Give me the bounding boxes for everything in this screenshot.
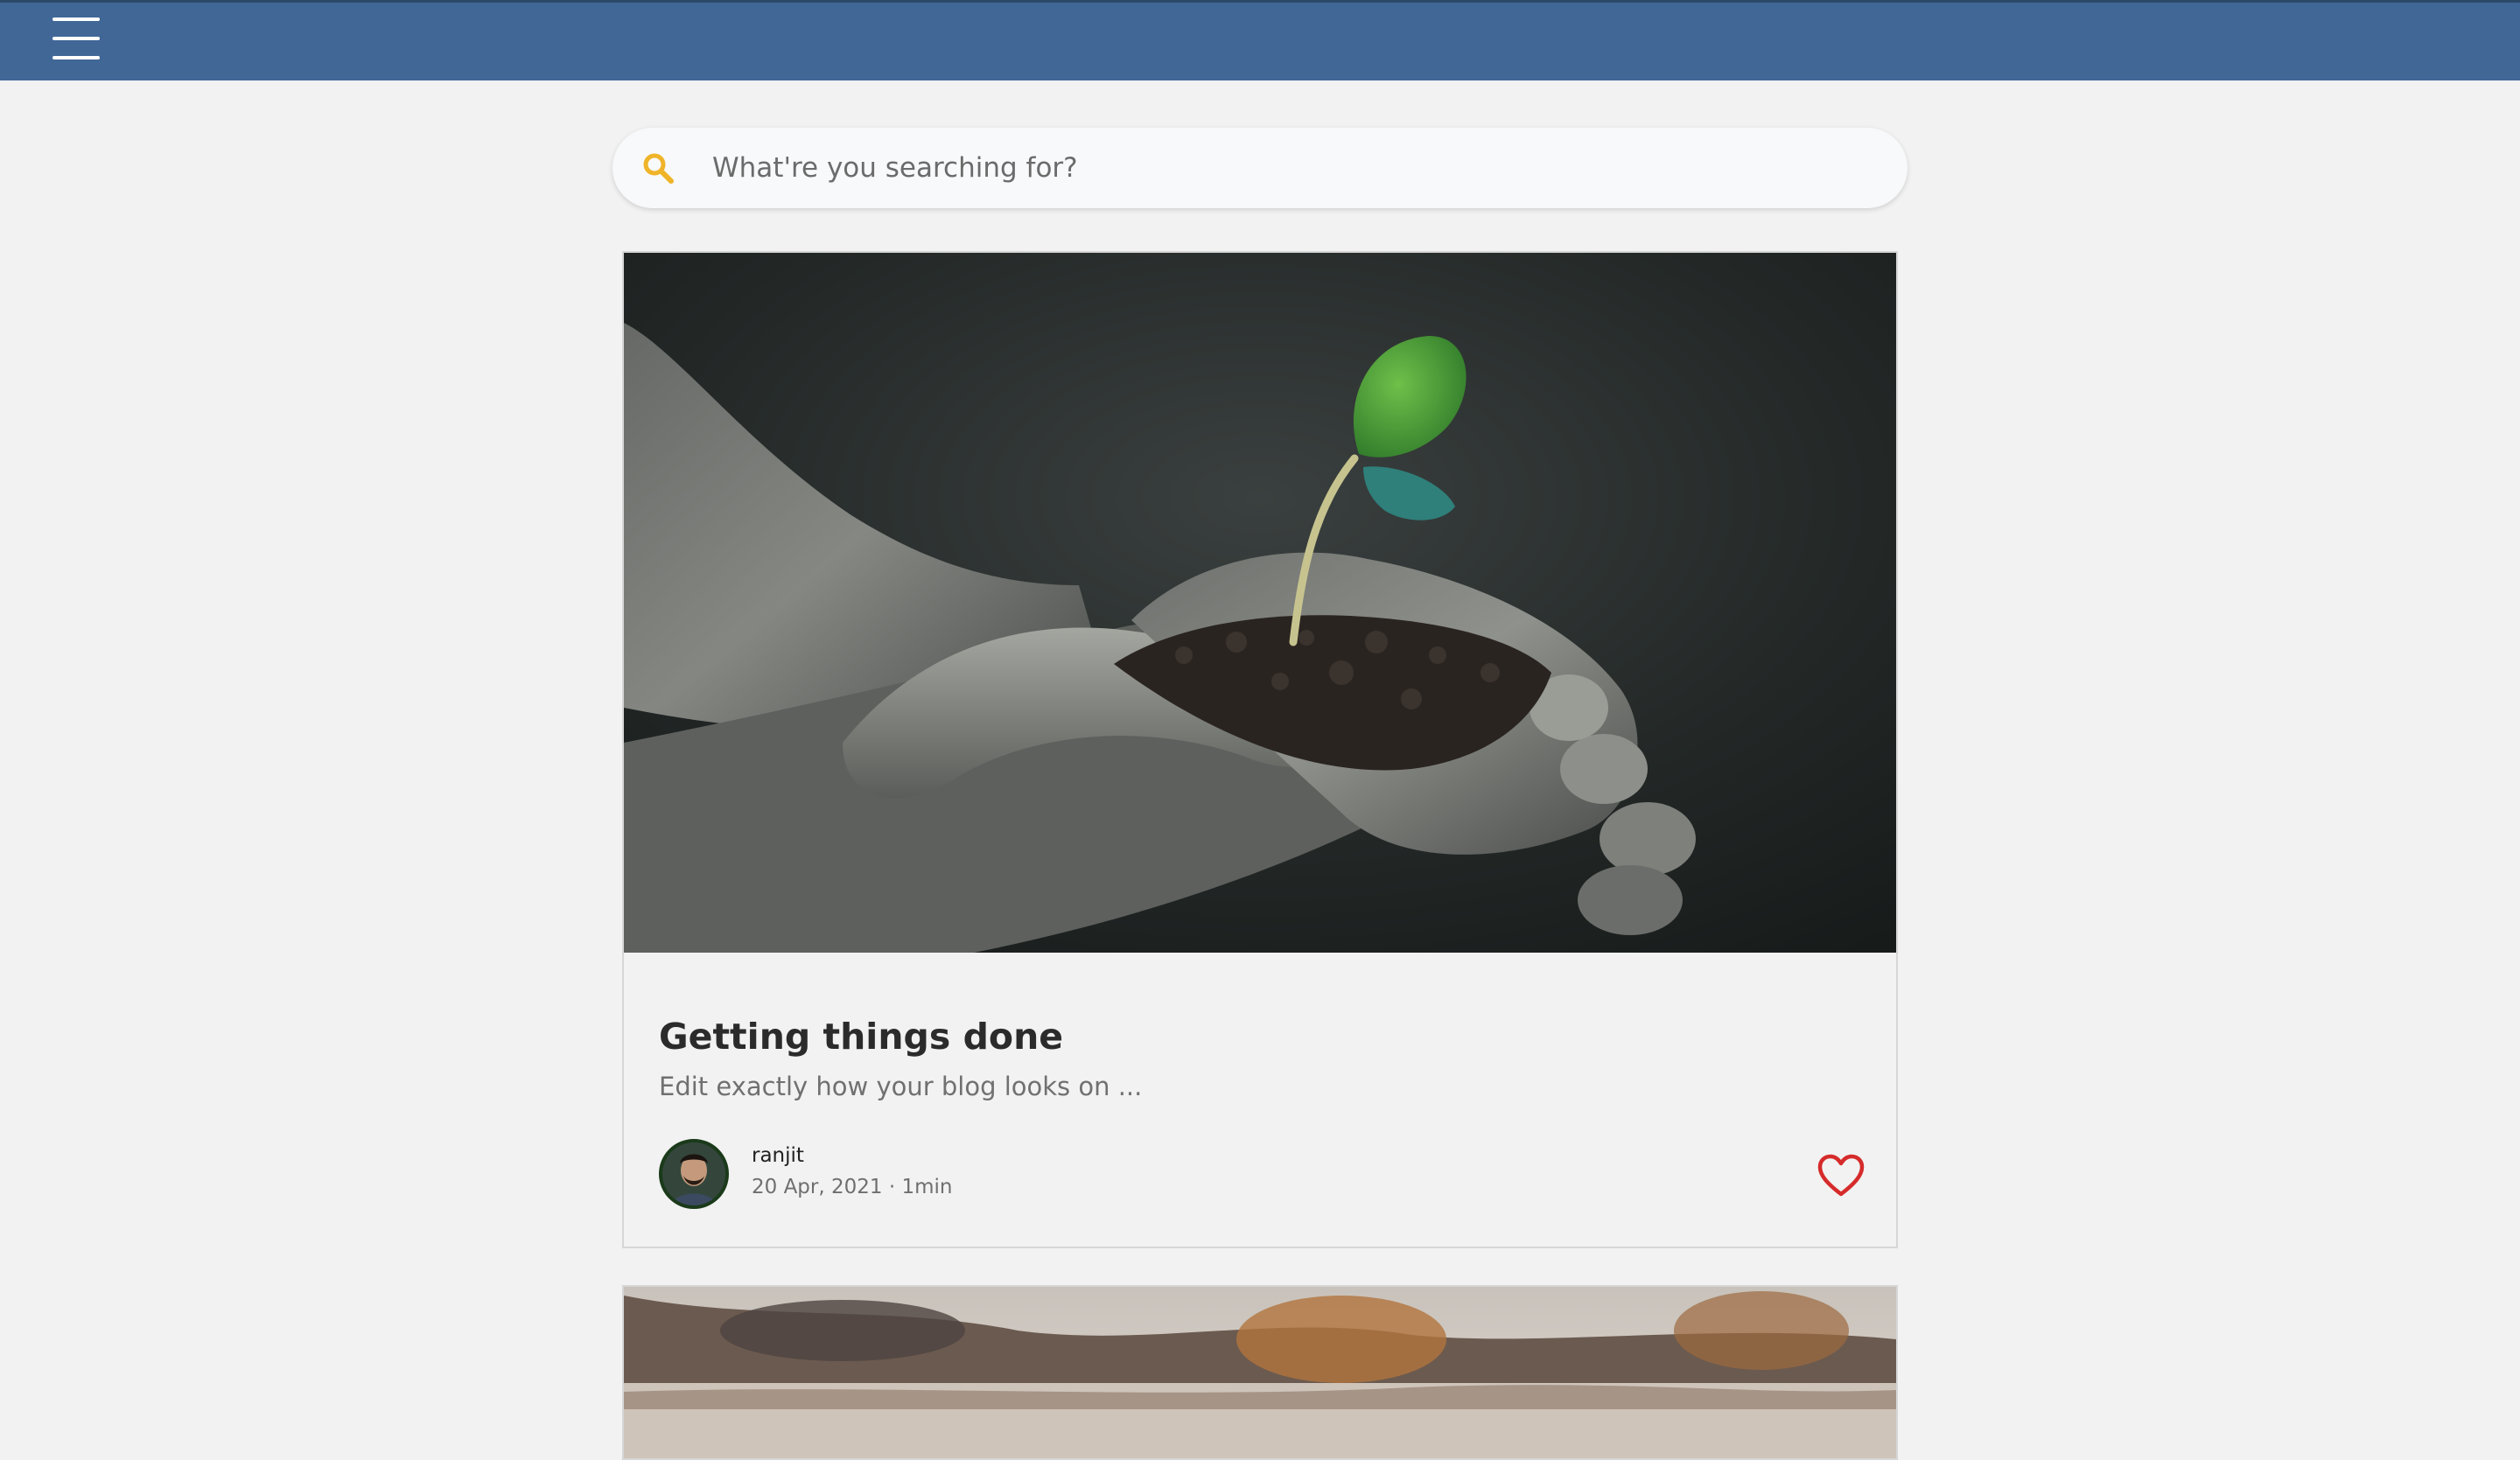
post-date-readtime: 20 Apr, 2021 · 1min [752, 1176, 953, 1198]
post-cover-image[interactable] [624, 253, 1896, 953]
post-title[interactable]: Getting things done [659, 1016, 1063, 1058]
top-nav-bar [0, 0, 2520, 80]
heart-outline-icon[interactable] [1817, 1154, 1865, 1198]
search-input[interactable] [710, 128, 1874, 208]
post-card[interactable]: Getting things done Edit exactly how you… [622, 251, 1898, 1248]
author-avatar[interactable] [659, 1139, 729, 1209]
post-cover-image[interactable] [624, 1287, 1896, 1458]
post-excerpt: Edit exactly how your blog looks on ... [659, 1072, 1143, 1101]
search-icon[interactable] [640, 150, 676, 185]
post-card[interactable] [622, 1285, 1898, 1460]
author-name[interactable]: ranjit [752, 1144, 804, 1167]
search-bar [612, 128, 1908, 208]
hamburger-menu-icon[interactable] [49, 16, 103, 65]
